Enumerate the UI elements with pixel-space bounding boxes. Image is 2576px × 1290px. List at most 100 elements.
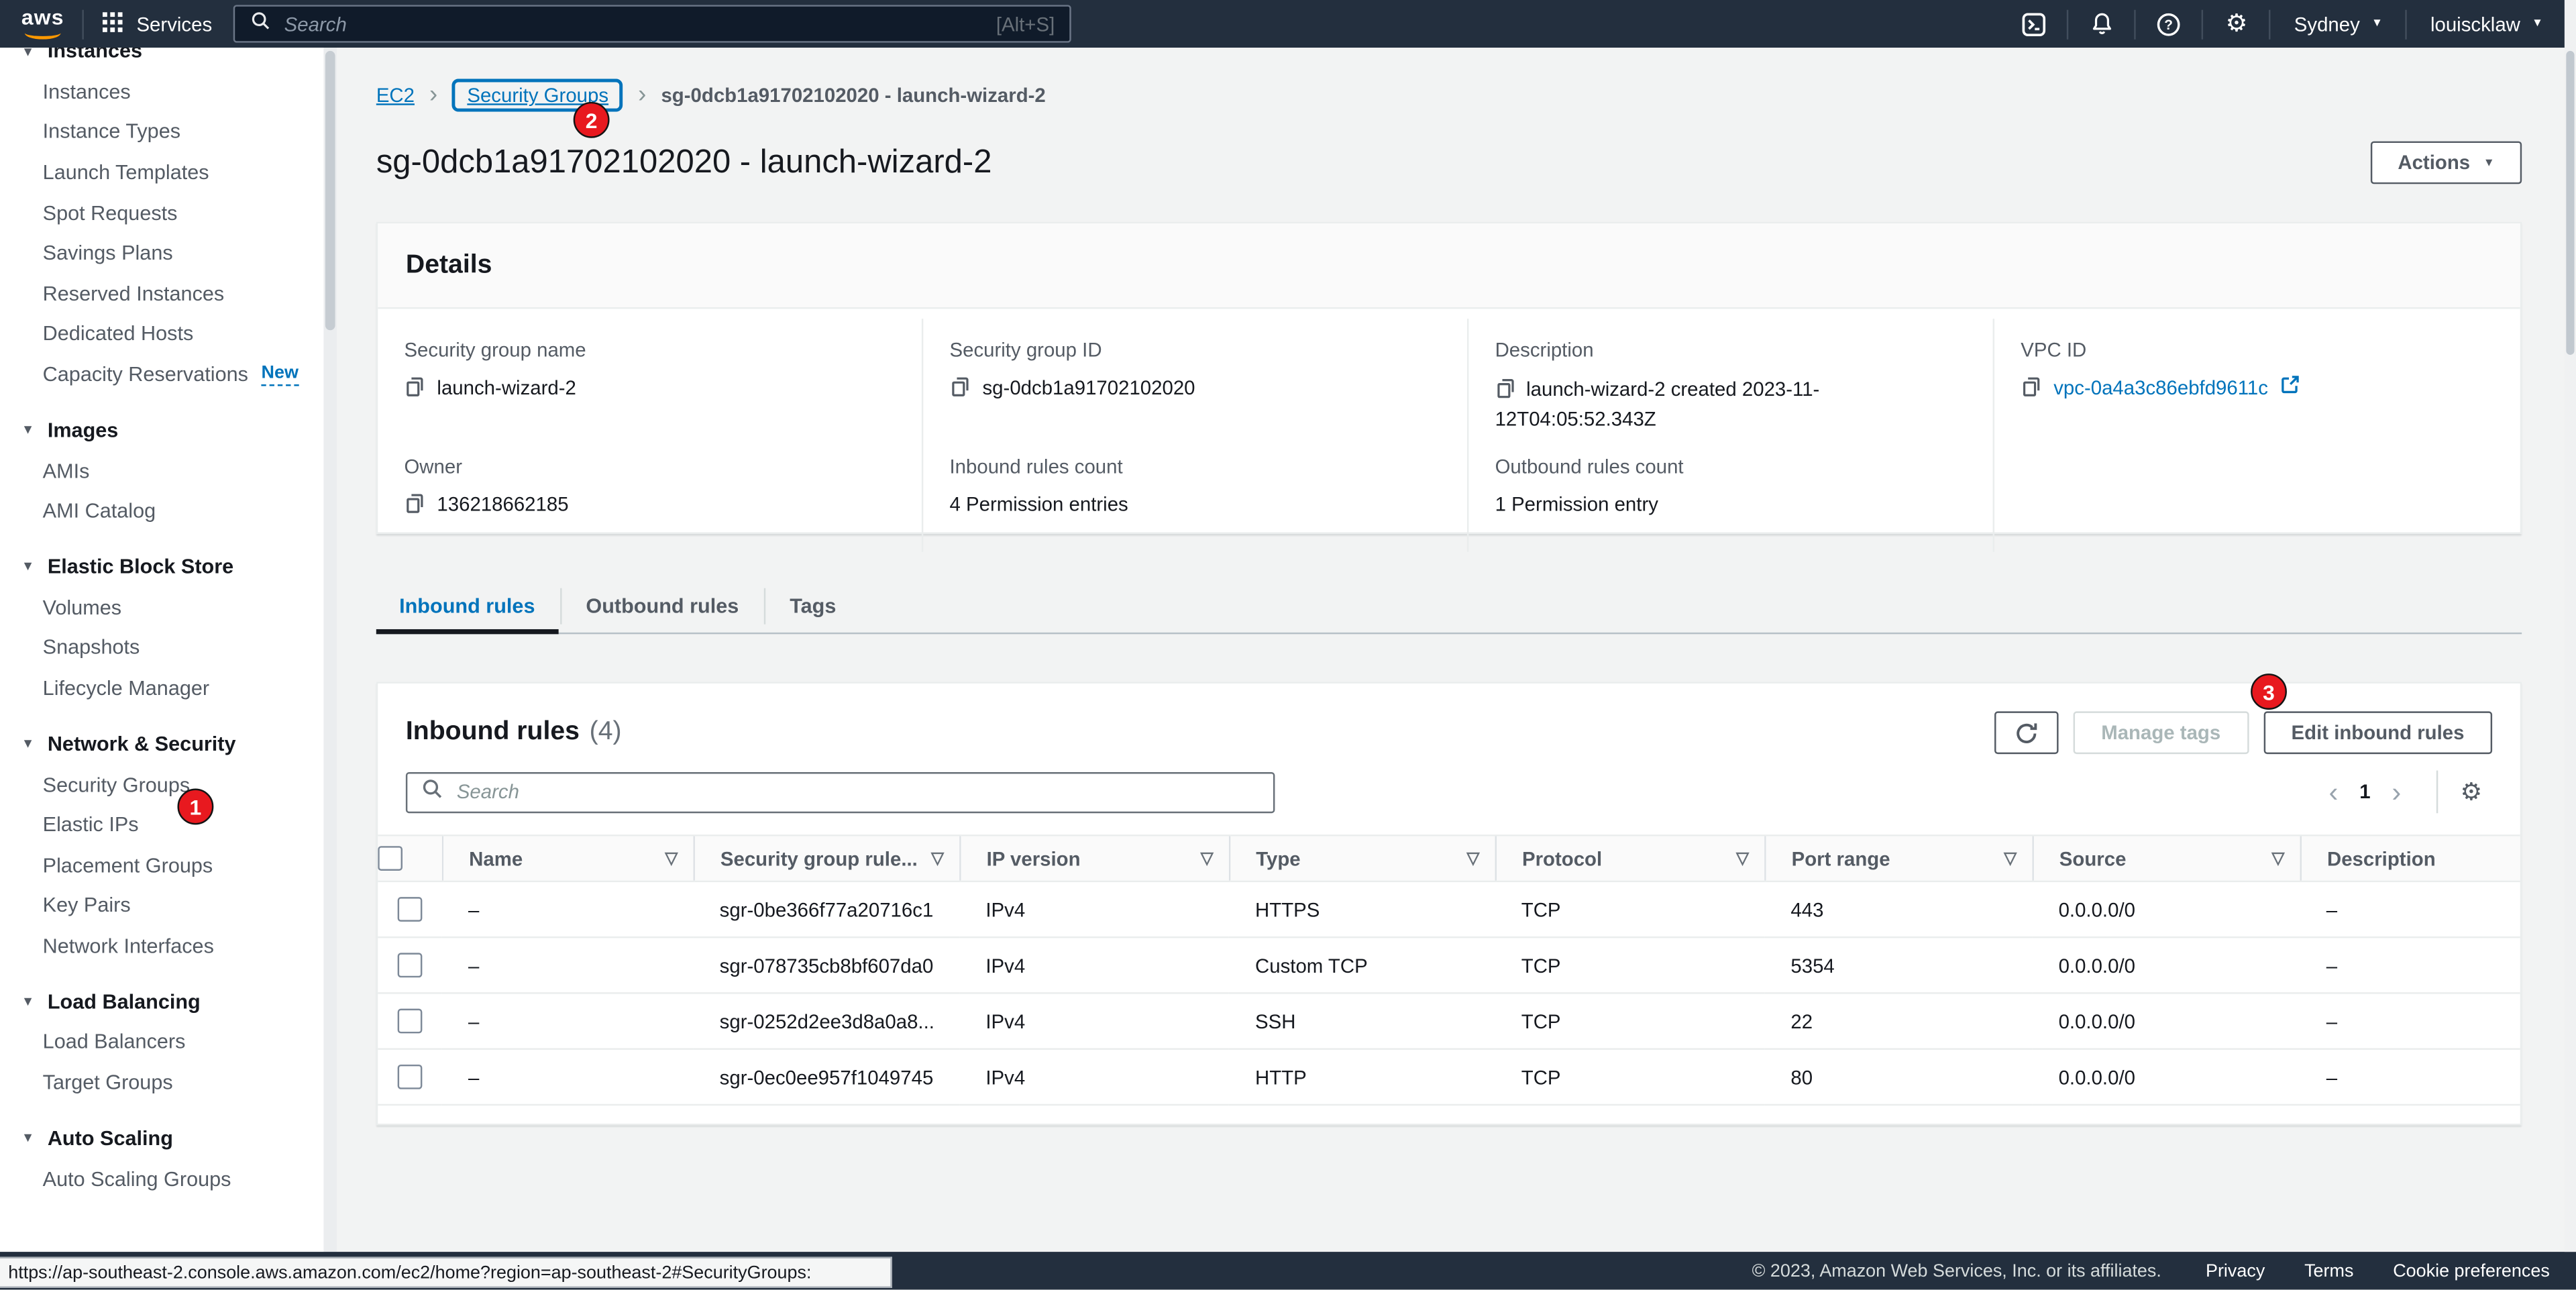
sidebar-item-security-groups[interactable]: Security Groups — [0, 764, 323, 804]
filter-icon[interactable]: ▽ — [1201, 849, 1214, 867]
notifications-button[interactable] — [2069, 0, 2135, 48]
vpc-link[interactable]: vpc-0a4a3c86ebfd9611c — [2053, 374, 2268, 400]
sidebar-item-spot-requests[interactable]: Spot Requests — [0, 193, 323, 233]
sidebar-item-capacity-reservations[interactable]: Capacity ReservationsNew — [0, 354, 323, 394]
breadcrumb-ec2-link[interactable]: EC2 — [376, 84, 415, 107]
filter-icon[interactable]: ▽ — [665, 849, 678, 867]
refresh-button[interactable] — [1994, 711, 2059, 754]
copy-icon[interactable] — [404, 376, 425, 405]
services-menu-button[interactable]: Services — [102, 11, 212, 37]
sidebar-item-launch-templates[interactable]: Launch Templates — [0, 152, 323, 193]
row-checkbox[interactable] — [398, 898, 423, 922]
region-selector[interactable]: Sydney ▼ — [2271, 12, 2406, 35]
tab-inbound-rules[interactable]: Inbound rules — [376, 578, 558, 633]
rules-search-input[interactable]: Search — [406, 771, 1275, 812]
filter-icon[interactable]: ▽ — [1736, 849, 1749, 867]
column-header-description[interactable]: Description — [2300, 835, 2520, 881]
column-header-type[interactable]: Type▽ — [1229, 835, 1495, 881]
column-header-name[interactable]: Name▽ — [442, 835, 694, 881]
copy-icon[interactable] — [1495, 378, 1517, 399]
sidebar-item-reserved-instances[interactable]: Reserved Instances — [0, 274, 323, 314]
table-row: –sgr-0ec0ee957f1049745IPv4HTTPTCP800.0.0… — [378, 1049, 2520, 1105]
filter-icon[interactable]: ▽ — [931, 849, 944, 867]
cloudshell-button[interactable] — [2002, 0, 2068, 48]
row-checkbox[interactable] — [398, 1009, 423, 1034]
sidebar-item-volumes[interactable]: Volumes — [0, 587, 323, 627]
sidebar-item-ami-catalog[interactable]: AMI Catalog — [0, 491, 323, 531]
column-header-protocol[interactable]: Protocol▽ — [1495, 835, 1765, 881]
sidebar-section-header[interactable]: ▼Auto Scaling — [0, 1118, 323, 1159]
sidebar-section-header[interactable]: ▼Elastic Block Store — [0, 546, 323, 587]
table-row: –sgr-0252d2ee3d8a0a8...IPv4SSHTCP220.0.0… — [378, 993, 2520, 1049]
sidebar-item-load-balancers[interactable]: Load Balancers — [0, 1022, 323, 1063]
row-checkbox[interactable] — [398, 953, 423, 978]
next-page-button[interactable]: › — [2373, 778, 2419, 806]
table-preferences-gear-icon[interactable]: ⚙ — [2451, 777, 2492, 806]
manage-tags-button[interactable]: Manage tags — [2074, 711, 2249, 754]
inbound-rules-card: Inbound rules(4) Manage tags Edit inboun… — [376, 682, 2522, 1125]
column-header-source[interactable]: Source▽ — [2032, 835, 2300, 881]
sidebar-scrollbar[interactable] — [323, 48, 337, 1252]
sidebar-item-elastic-ips[interactable]: Elastic IPs — [0, 805, 323, 845]
copy-icon[interactable] — [950, 376, 971, 405]
sidebar-item-placement-groups[interactable]: Placement Groups — [0, 845, 323, 885]
table-cell: – — [2300, 881, 2520, 937]
page-scrollbar-thumb[interactable] — [2566, 51, 2574, 355]
page-scrollbar[interactable] — [2565, 0, 2576, 1252]
global-search-input[interactable]: Search [Alt+S] — [233, 5, 1071, 42]
sidebar-item-instance-types[interactable]: Instance Types — [0, 112, 323, 152]
sidebar-item-amis[interactable]: AMIs — [0, 451, 323, 491]
copy-icon[interactable] — [404, 493, 425, 521]
account-menu[interactable]: louiscklaw ▼ — [2408, 12, 2567, 35]
footer-link-terms[interactable]: Terms — [2304, 1261, 2353, 1281]
tab-outbound-rules[interactable]: Outbound rules — [563, 578, 761, 633]
aws-logo[interactable]: aws — [21, 8, 64, 40]
inbound-table-body: –sgr-0be366f77a20716c1IPv4HTTPSTCP4430.0… — [378, 881, 2520, 1105]
table-cell: SSH — [1229, 993, 1495, 1049]
sidebar-item-target-groups[interactable]: Target Groups — [0, 1063, 323, 1103]
filter-icon[interactable]: ▽ — [2004, 849, 2017, 867]
table-row: –sgr-078735cb8bf607da0IPv4Custom TCPTCP5… — [378, 937, 2520, 993]
inbound-rules-header: Inbound rules(4) Manage tags Edit inboun… — [378, 684, 2520, 754]
footer-link-cookie-preferences[interactable]: Cookie preferences — [2393, 1261, 2550, 1281]
help-button[interactable]: ? — [2137, 0, 2202, 48]
external-link-icon[interactable] — [2279, 374, 2299, 400]
ec2-sidebar: ▼InstancesInstancesInstance TypesLaunch … — [0, 48, 323, 1252]
table-cell: sgr-0ec0ee957f1049745 — [693, 1049, 959, 1105]
table-cell: 443 — [1764, 881, 2032, 937]
column-header-port-range[interactable]: Port range▽ — [1764, 835, 2032, 881]
column-header-ip-version[interactable]: IP version▽ — [959, 835, 1229, 881]
select-all-checkbox[interactable] — [378, 847, 402, 871]
sidebar-section-header[interactable]: ▼Instances — [0, 48, 323, 72]
sidebar-item-instances[interactable]: Instances — [0, 72, 323, 112]
filter-icon[interactable]: ▽ — [2271, 849, 2284, 867]
copy-icon[interactable] — [2021, 376, 2042, 405]
previous-page-button[interactable]: ‹ — [2311, 778, 2357, 806]
tab-divider — [763, 588, 765, 624]
edit-inbound-rules-button[interactable]: Edit inbound rules — [2263, 711, 2492, 754]
row-checkbox[interactable] — [398, 1065, 423, 1089]
sidebar-item-dedicated-hosts[interactable]: Dedicated Hosts — [0, 314, 323, 354]
actions-button[interactable]: Actions ▼ — [2371, 142, 2522, 184]
table-cell: – — [442, 1049, 694, 1105]
sidebar-section-header[interactable]: ▼Images — [0, 409, 323, 450]
sidebar-item-snapshots[interactable]: Snapshots — [0, 628, 323, 668]
sidebar-section-header[interactable]: ▼Network & Security — [0, 723, 323, 764]
table-cell: sgr-0252d2ee3d8a0a8... — [693, 993, 959, 1049]
sidebar-item-network-interfaces[interactable]: Network Interfaces — [0, 926, 323, 966]
tab-tags[interactable]: Tags — [767, 578, 859, 633]
sidebar-item-key-pairs[interactable]: Key Pairs — [0, 885, 323, 926]
sidebar-section-header[interactable]: ▼Load Balancing — [0, 981, 323, 1022]
footer-link-privacy[interactable]: Privacy — [2206, 1261, 2265, 1281]
section-caret-icon: ▼ — [21, 423, 34, 437]
sidebar-item-auto-scaling-groups[interactable]: Auto Scaling Groups — [0, 1159, 323, 1199]
field-empty — [1993, 435, 2520, 552]
column-header-rule-id[interactable]: Security group rule...▽ — [693, 835, 959, 881]
sidebar-scrollbar-thumb[interactable] — [325, 51, 335, 330]
filter-icon[interactable]: ▽ — [1466, 849, 1479, 867]
settings-button[interactable]: ⚙ — [2204, 0, 2269, 48]
sidebar-item-lifecycle-manager[interactable]: Lifecycle Manager — [0, 668, 323, 708]
table-cell: – — [2300, 1049, 2520, 1105]
pagination-divider — [2436, 771, 2437, 814]
sidebar-item-savings-plans[interactable]: Savings Plans — [0, 233, 323, 273]
